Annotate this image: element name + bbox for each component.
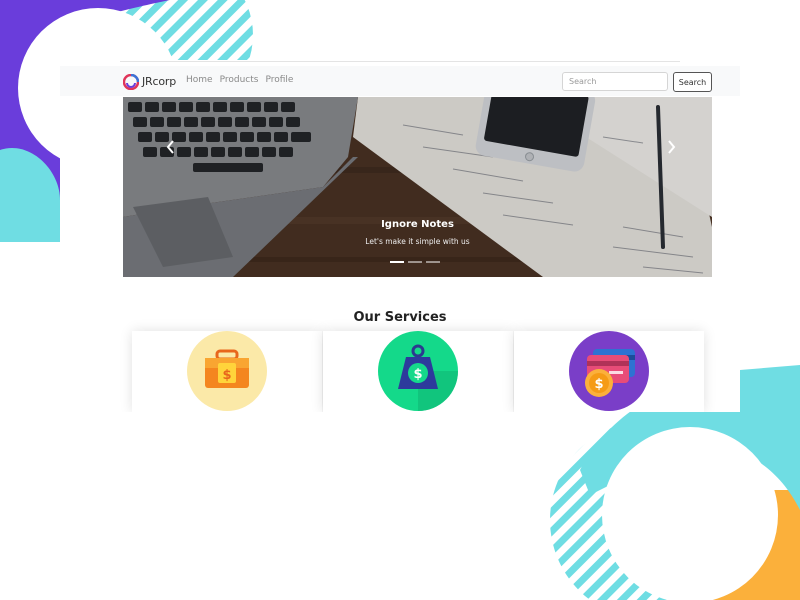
service-card-3[interactable]: $ [514,331,704,412]
brand[interactable]: JRcorp [123,73,176,90]
svg-text:$: $ [413,367,422,382]
svg-text:$: $ [222,368,231,383]
nav-link-home[interactable]: Home [186,75,213,85]
hero-carousel: Ignore Notes Let's make it simple with u… [123,97,712,277]
page-divider [120,61,680,62]
navbar: JRcorp Home Products Profile Search [60,66,740,96]
services-heading: Our Services [353,310,447,325]
search-input[interactable] [562,72,668,91]
carousel-indicator-2[interactable] [408,261,422,263]
nav-link-profile[interactable]: Profile [265,75,293,85]
briefcase-dollar-icon: $ [187,331,267,411]
carousel-indicator-1[interactable] [390,261,404,263]
search-button[interactable]: Search [673,72,712,92]
nav-links: Home Products Profile [186,75,293,85]
brand-name: JRcorp [142,75,176,88]
credit-card-coin-icon: $ [569,331,649,411]
carousel-prev-icon[interactable] [162,137,180,157]
money-weight-icon: $ [378,331,458,411]
carousel-next-icon[interactable] [662,137,680,157]
carousel-indicators [390,261,440,263]
carousel-caption-title: Ignore Notes [381,219,454,230]
service-card-1[interactable]: $ [132,331,322,412]
nav-link-products[interactable]: Products [220,75,259,85]
web-page: JRcorp Home Products Profile Search Sear… [60,60,740,412]
hero-image [123,97,712,277]
carousel-indicator-3[interactable] [426,261,440,263]
brand-logo-icon [123,73,139,90]
service-card-2[interactable]: $ [323,331,513,412]
svg-text:$: $ [594,377,603,392]
carousel-caption-subtitle: Let's make it simple with us [365,237,470,246]
